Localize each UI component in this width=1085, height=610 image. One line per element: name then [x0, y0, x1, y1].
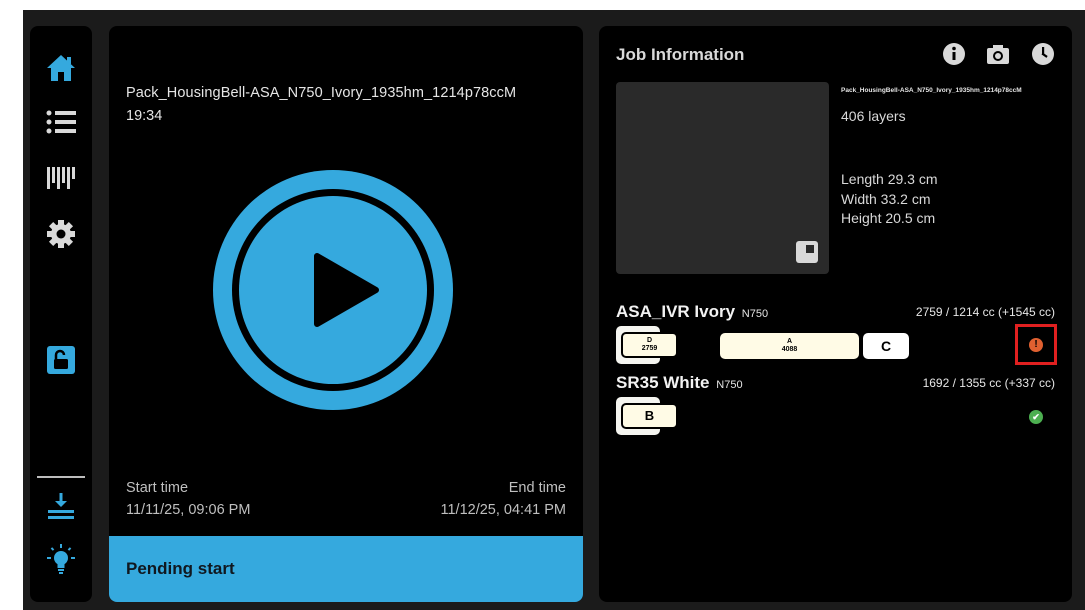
job-duration: 19:34: [126, 108, 163, 124]
start-time-value: 11/11/25, 09:06 PM: [126, 502, 251, 518]
material-name-text: ASA_IVR Ivory: [616, 302, 736, 321]
camera-icon[interactable]: [986, 42, 1010, 66]
layer-count: 406 layers: [841, 108, 906, 124]
download-icon: [48, 493, 74, 519]
material-name: SR35 White N750: [616, 373, 743, 393]
cartridge-slot-a[interactable]: A 4088: [720, 333, 859, 359]
cartridge-slot-d[interactable]: D 2759: [616, 326, 678, 364]
home-icon: [47, 55, 75, 81]
dimension-height: Height 20.5 cm: [841, 210, 936, 226]
play-button[interactable]: [213, 170, 453, 410]
start-time-label: Start time: [126, 480, 189, 496]
cartridge-letter: D: [646, 337, 653, 344]
lightbulb-icon: [47, 544, 75, 574]
material-alert-button[interactable]: !: [1015, 324, 1057, 365]
unlock-icon: [47, 346, 75, 374]
sidebar-item-lock[interactable]: [41, 340, 81, 380]
sidebar-item-jobs-list[interactable]: [41, 102, 81, 142]
cartridge-front: D 2759: [621, 332, 678, 358]
job-name: Pack_HousingBell-ASA_N750_Ivory_1935hm_1…: [126, 85, 517, 101]
job-thumbnail: [616, 82, 829, 274]
status-text: Pending start: [126, 559, 235, 578]
material-name-text: SR35 White: [616, 373, 710, 392]
sidebar-item-light[interactable]: [41, 540, 81, 580]
print-panel: Pack_HousingBell-ASA_N750_Ivory_1935hm_1…: [109, 26, 583, 602]
list-icon: [46, 110, 76, 134]
material-model: N750: [741, 308, 769, 320]
sidebar-item-download[interactable]: [41, 486, 81, 526]
alert-icon: !: [1029, 337, 1043, 352]
sidebar-item-materials[interactable]: [41, 158, 81, 198]
cartridge-slot-b[interactable]: B: [616, 397, 678, 435]
thumbnail-expand-icon[interactable]: [796, 241, 818, 263]
sidebar: [30, 26, 92, 602]
material-volume: 2759 / 1214 cc (+1545 cc): [915, 305, 1055, 319]
check-icon: ✔: [1029, 410, 1043, 424]
end-time-value: 11/12/25, 04:41 PM: [440, 502, 567, 518]
dimension-width: Width 33.2 cm: [841, 191, 931, 207]
panel-title: Job Information: [616, 45, 745, 64]
cartridges-icon: [47, 167, 75, 189]
clock-icon[interactable]: [1031, 42, 1055, 66]
cartridge-front: B: [621, 403, 678, 429]
info-icon[interactable]: [942, 42, 966, 66]
material-status: ✔: [1029, 410, 1043, 424]
sidebar-item-home[interactable]: [41, 48, 81, 88]
cartridge-slot-c[interactable]: C: [863, 333, 909, 359]
cartridge-letter: B: [644, 408, 655, 423]
end-time-label: End time: [508, 480, 566, 496]
dimension-length: Length 29.3 cm: [841, 171, 938, 187]
cartridge-letter: C: [880, 338, 892, 354]
sidebar-item-settings[interactable]: [41, 214, 81, 254]
job-information-panel: Job Information Pack_HousingBell-ASA_N75…: [599, 26, 1072, 602]
cartridge-letter: A: [786, 338, 793, 345]
file-name: Pack_HousingBell-ASA_N750_Ivory_1935hm_1…: [841, 87, 1022, 94]
material-name: ASA_IVR Ivory N750: [616, 302, 768, 322]
sidebar-divider: [37, 476, 85, 478]
play-icon: [213, 170, 453, 410]
status-bar: Pending start: [109, 536, 583, 602]
cartridge-value: 4088: [781, 346, 798, 353]
material-volume: 1692 / 1355 cc (+337 cc): [922, 376, 1055, 390]
gear-icon: [47, 220, 75, 248]
cartridge-value: 2759: [641, 345, 658, 352]
material-model: N750: [716, 379, 743, 391]
